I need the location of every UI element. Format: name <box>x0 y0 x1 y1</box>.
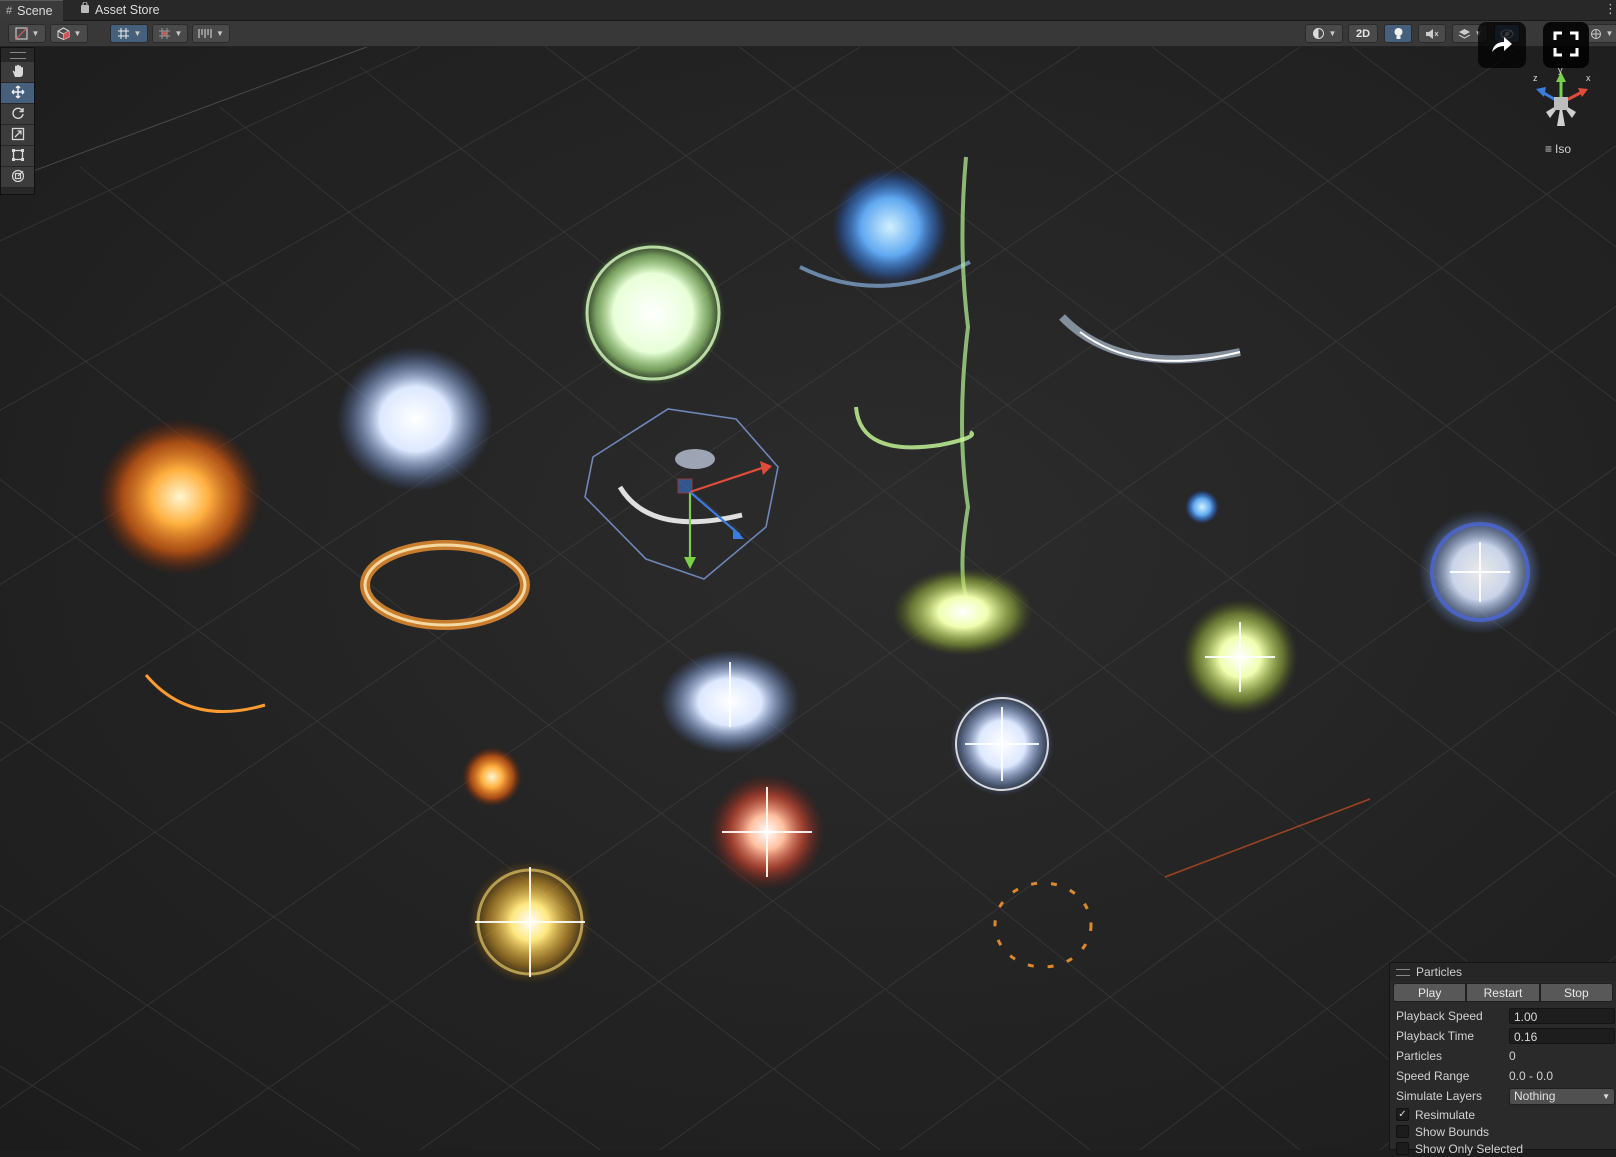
view-2d-label: 2D <box>1355 27 1371 40</box>
rotate-tool-icon <box>11 106 25 123</box>
window-tab-bar: # Scene Asset Store ⋮ <box>0 0 1616 21</box>
tab-scene-label: Scene <box>17 3 53 18</box>
show-only-selected-checkbox[interactable] <box>1396 1142 1409 1155</box>
shopping-bag-icon <box>80 0 90 21</box>
stop-button[interactable]: Stop <box>1539 983 1613 1002</box>
draw-mode-dropdown[interactable]: ▼ <box>8 24 46 43</box>
increment-snap-icon <box>158 27 171 40</box>
draw-mode-icon <box>15 27 28 40</box>
simulate-layers-value: Nothing <box>1514 1089 1556 1103</box>
show-bounds-label: Show Bounds <box>1415 1124 1490 1139</box>
share-button[interactable] <box>1478 22 1526 68</box>
gizmos-dropdown[interactable]: ▼ <box>1586 24 1616 43</box>
particles-count-row: Particles 0 <box>1390 1046 1616 1066</box>
restart-button[interactable]: Restart <box>1466 983 1540 1002</box>
tools-palette <box>0 47 35 195</box>
scene-viewport[interactable] <box>0 47 1616 1150</box>
effects-layers-icon <box>1458 28 1471 40</box>
speed-range-row: Speed Range 0.0 - 0.0 <box>1390 1066 1616 1086</box>
grid-snap-icon <box>117 27 130 40</box>
playback-buttons: Play Restart Stop <box>1393 983 1613 1002</box>
hand-tool-icon <box>11 64 25 81</box>
particles-count-value: 0 <box>1509 1049 1516 1063</box>
gizmo-axis-y: y <box>1558 68 1563 75</box>
move-tool-icon <box>11 85 25 102</box>
fullscreen-icon <box>1553 31 1579 60</box>
projection-label: Iso <box>1555 142 1572 156</box>
tab-asset-store-label: Asset Store <box>95 2 160 17</box>
speed-range-label: Speed Range <box>1396 1069 1470 1083</box>
shading-dropdown[interactable]: ▼ <box>1305 24 1343 43</box>
scene-grid <box>0 47 1616 1150</box>
playback-time-field[interactable]: 0.16 <box>1509 1028 1615 1044</box>
scale-tool-icon <box>11 127 25 144</box>
fullscreen-button[interactable] <box>1543 22 1589 68</box>
lighting-toggle[interactable] <box>1384 24 1412 43</box>
playback-speed-label: Playback Speed <box>1396 1009 1483 1023</box>
particles-title-bar[interactable]: Particles <box>1390 963 1616 981</box>
tools-drag-handle[interactable] <box>1 48 34 62</box>
particles-title: Particles <box>1416 965 1463 979</box>
playback-time-label: Playback Time <box>1396 1029 1475 1043</box>
playback-speed-row: Playback Speed 1.00 <box>1390 1006 1616 1026</box>
transform-tool-icon <box>11 169 25 186</box>
particles-count-label: Particles <box>1396 1049 1443 1063</box>
increment-snap-dropdown[interactable]: ▼ <box>152 24 188 43</box>
play-button[interactable]: Play <box>1393 983 1467 1002</box>
more-options-icon[interactable]: ⋮ <box>1604 0 1616 20</box>
audio-mute-icon <box>1425 28 1439 40</box>
ruler-icon <box>198 28 212 39</box>
rotate-tool-button[interactable] <box>1 104 34 125</box>
grid-icon: # <box>6 4 13 17</box>
resimulate-label: Resimulate <box>1415 1107 1476 1122</box>
scene-orientation-gizmo[interactable]: z y x <box>1526 65 1596 138</box>
chevron-down-icon: ▼ <box>1602 1091 1610 1101</box>
share-arrow-icon <box>1490 34 1514 57</box>
playback-time-row: Playback Time 0.16 <box>1390 1026 1616 1046</box>
drag-handle-icon <box>1396 968 1410 976</box>
resimulate-checkbox[interactable]: ✓ <box>1396 1108 1409 1121</box>
simulate-layers-row: Simulate Layers Nothing ▼ <box>1390 1086 1616 1106</box>
rect-tool-icon <box>11 148 25 165</box>
gizmo-axis-z: z <box>1533 73 1538 83</box>
move-tool-button[interactable] <box>1 83 34 104</box>
view-2d-toggle[interactable]: 2D <box>1348 24 1378 43</box>
simulate-layers-dropdown[interactable]: Nothing ▼ <box>1509 1087 1615 1105</box>
render-mode-dropdown[interactable]: ▼ <box>50 24 88 43</box>
speed-range-value: 0.0 - 0.0 <box>1509 1069 1554 1083</box>
hand-tool-button[interactable] <box>1 62 34 83</box>
playback-speed-field[interactable]: 1.00 <box>1509 1008 1615 1024</box>
scale-tool-button[interactable] <box>1 125 34 146</box>
render-cube-icon <box>57 27 70 40</box>
gizmos-icon <box>1590 28 1602 40</box>
ruler-dropdown[interactable]: ▼ <box>192 24 230 43</box>
menu-lines-icon: ≡ <box>1545 142 1553 156</box>
rect-tool-button[interactable] <box>1 146 34 167</box>
projection-toggle[interactable]: ≡ Iso <box>1545 142 1571 156</box>
tab-scene[interactable]: # Scene <box>0 0 63 21</box>
show-only-selected-label: Show Only Selected <box>1415 1141 1524 1156</box>
show-bounds-checkbox[interactable] <box>1396 1125 1409 1138</box>
tab-asset-store[interactable]: Asset Store <box>74 0 170 20</box>
show-only-selected-toggle[interactable]: Show Only Selected <box>1390 1140 1616 1157</box>
audio-toggle[interactable] <box>1418 24 1446 43</box>
particles-overlay: Particles Play Restart Stop Playback Spe… <box>1389 962 1616 1156</box>
transform-tool-button[interactable] <box>1 167 34 188</box>
gizmo-axis-x: x <box>1586 73 1591 83</box>
shading-sphere-icon <box>1312 27 1325 40</box>
resimulate-toggle[interactable]: ✓ Resimulate <box>1390 1106 1616 1123</box>
simulate-layers-label: Simulate Layers <box>1396 1089 1483 1103</box>
scene-toolbar: ▼ ▼ ▼ ▼ ▼ ▼ 2D ▼ ▼ <box>0 21 1616 47</box>
show-bounds-toggle[interactable]: Show Bounds <box>1390 1123 1616 1140</box>
lighting-bulb-icon <box>1393 27 1404 41</box>
grid-snap-toggle[interactable]: ▼ <box>110 24 148 43</box>
